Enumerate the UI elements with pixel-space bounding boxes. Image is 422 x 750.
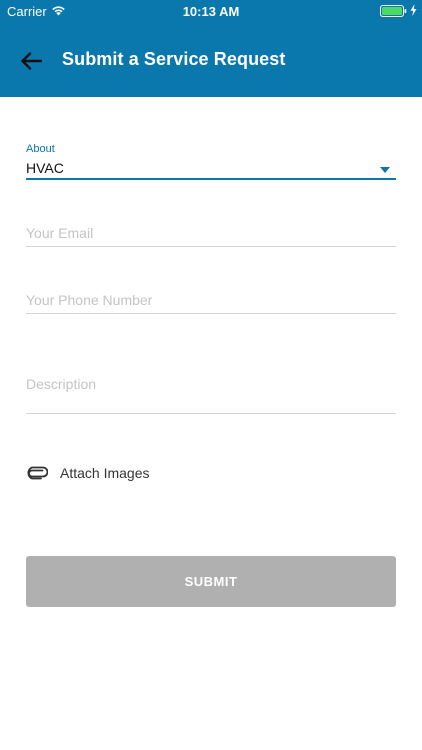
phone-field[interactable] [26,291,396,314]
page-title: Submit a Service Request [62,49,286,69]
battery-charging-icon [380,5,407,17]
email-field[interactable] [26,224,396,247]
dropdown-arrow-icon [380,167,390,173]
submit-button[interactable]: SUBMIT [26,556,396,607]
arrow-left-icon [21,52,42,70]
paperclip-icon [27,466,48,480]
about-selected-value: HVAC [26,160,64,176]
status-bar: Carrier 10:13 AM [0,0,422,22]
status-time: 10:13 AM [182,4,240,19]
description-field[interactable] [26,375,396,414]
back-button[interactable] [16,48,46,74]
about-label: About [26,143,55,155]
charging-bolt-icon [410,4,417,16]
about-select[interactable]: About HVAC [26,143,396,180]
attach-images-button[interactable]: Attach Images [26,463,150,483]
app-header: Carrier 10:13 AM Submit a Service Reques… [0,0,422,97]
attach-images-label: Attach Images [60,465,150,481]
